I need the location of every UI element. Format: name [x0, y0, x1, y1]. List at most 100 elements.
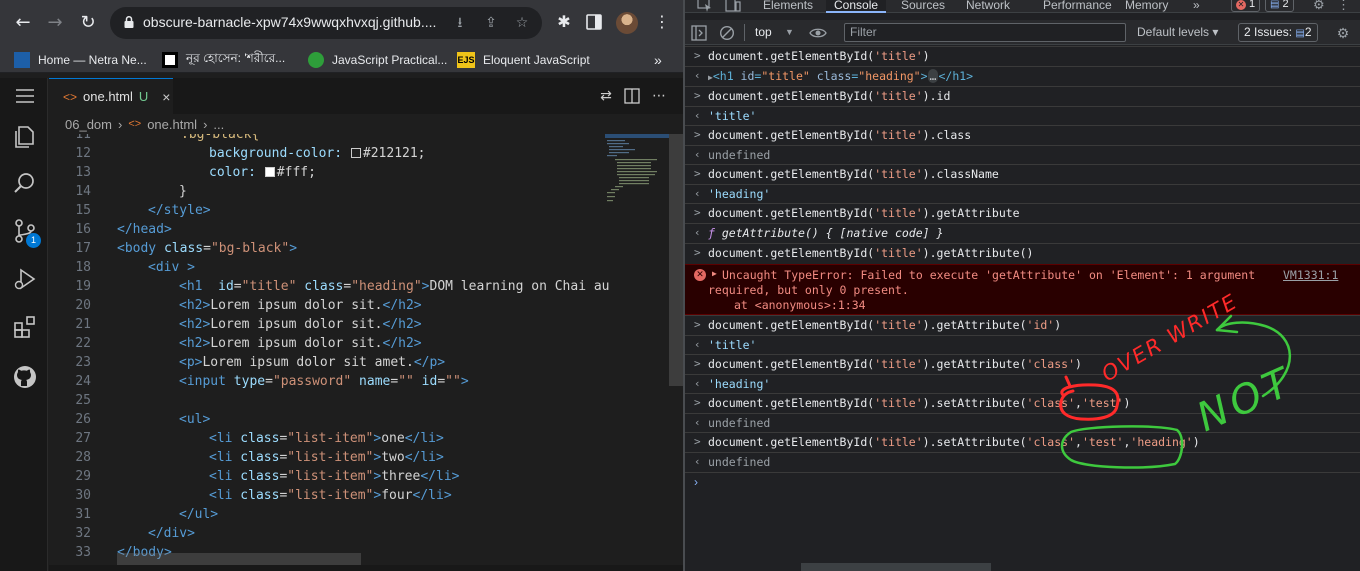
console-output-row[interactable]: ‹ undefined: [685, 145, 1360, 164]
issues-button[interactable]: 2 Issues: ▤2: [1238, 23, 1318, 42]
inspect-element-icon[interactable]: [697, 0, 713, 12]
log-levels-dropdown[interactable]: Default levels ▾: [1137, 24, 1218, 41]
devtools-scrollbar[interactable]: [801, 563, 991, 571]
issue-count-badge[interactable]: ▤ 2: [1265, 0, 1294, 12]
console-input-row[interactable]: > document.getElementById('title').class: [685, 125, 1360, 145]
reload-icon[interactable]: ↻: [77, 12, 99, 34]
side-panel-icon[interactable]: [586, 14, 602, 30]
issues-label: 2 Issues:: [1244, 25, 1293, 39]
output-value: 'heading': [708, 187, 771, 201]
bookmark-item[interactable]: Home — Netra Ne...: [14, 51, 147, 69]
tab-memory[interactable]: Memory: [1117, 0, 1176, 13]
code-line: <div >: [148, 260, 195, 275]
console-input-row[interactable]: > document.getElementById('title').getAtt…: [685, 354, 1360, 374]
extensions-icon[interactable]: ✱: [554, 12, 574, 32]
back-icon[interactable]: ←: [12, 12, 34, 34]
color-swatch[interactable]: [350, 148, 361, 158]
more-tabs-icon[interactable]: »: [1185, 0, 1208, 13]
console-input-row[interactable]: > document.getElementById('title').getAtt…: [685, 203, 1360, 223]
more-bookmarks-icon[interactable]: »: [654, 51, 662, 69]
bookmark-item[interactable]: EJS Eloquent JavaScript: [457, 51, 590, 69]
console-input-row[interactable]: > document.getElementById('title').getAtt…: [685, 243, 1360, 263]
tab-console[interactable]: Console: [826, 0, 887, 13]
tab-network[interactable]: Network: [958, 0, 1018, 13]
context-selector[interactable]: top: [755, 24, 772, 41]
issue-count: 2: [1282, 0, 1289, 10]
vertical-scrollbar[interactable]: [669, 134, 683, 386]
console-output-row[interactable]: ‹ 'title': [685, 106, 1360, 125]
console-input-row[interactable]: > document.getElementById('title').classN…: [685, 164, 1360, 184]
code-fragment: 'title': [874, 49, 923, 63]
minimap[interactable]: [605, 134, 669, 214]
console-input-row[interactable]: > document.getElementById('title'): [685, 46, 1360, 66]
bookmark-star-icon[interactable]: ☆: [514, 15, 530, 31]
console-output-row[interactable]: ‹ 'heading': [685, 184, 1360, 203]
address-bar[interactable]: obscure-barnacle-xpw74x9wwqxhvxqj.github…: [110, 7, 542, 39]
github-icon[interactable]: [12, 364, 38, 390]
bookmark-item[interactable]: JavaScript Practical...: [308, 51, 447, 69]
code-fragment: <: [712, 69, 720, 83]
bookmark-item[interactable]: নূর হোসেন: 'শরীরে...: [162, 51, 285, 69]
console-output-row[interactable]: ‹ undefined: [685, 413, 1360, 432]
code-fragment: >: [920, 69, 928, 83]
console-input-row[interactable]: > document.getElementById('title').getAtt…: [685, 315, 1360, 335]
console-input-row[interactable]: > document.getElementById('title').id: [685, 86, 1360, 106]
site-info-icon[interactable]: [122, 15, 136, 29]
more-actions-icon[interactable]: ⋯: [650, 87, 668, 105]
console-prompt[interactable]: ›: [685, 472, 1360, 492]
error-count-badge[interactable]: ✕ 1: [1231, 0, 1261, 12]
code-fragment: document.: [708, 89, 771, 103]
clear-console-icon[interactable]: [719, 25, 735, 41]
error-source-link[interactable]: VM1331:1: [1283, 268, 1338, 282]
console-output-row[interactable]: ‹ undefined: [685, 452, 1360, 471]
tab-performance[interactable]: Performance: [1035, 0, 1120, 13]
console-input-row[interactable]: > document.getElementById('title').setAtt…: [685, 393, 1360, 413]
device-toolbar-icon[interactable]: [725, 0, 741, 12]
breadcrumb-file[interactable]: one.html: [147, 117, 197, 132]
console-output-row[interactable]: ‹ 'heading': [685, 374, 1360, 393]
share-icon[interactable]: ⇪: [483, 15, 499, 31]
compare-changes-icon[interactable]: ⇄: [597, 87, 615, 105]
console-output-row[interactable]: ‹ ▶<h1 id="title" class="heading">… </h1>: [685, 66, 1360, 85]
console-error-row[interactable]: ✕ ▶ Uncaught TypeError: Failed to execut…: [685, 264, 1360, 315]
console-output-row[interactable]: ‹ ƒ getAttribute() { [native code] }: [685, 223, 1360, 242]
line-number: 15: [75, 203, 91, 218]
settings-gear-icon[interactable]: ⚙: [1313, 0, 1325, 12]
toggle-sidebar-icon[interactable]: [691, 25, 707, 41]
hamburger-menu-icon[interactable]: [12, 86, 38, 106]
input-chevron-icon: >: [694, 435, 701, 448]
expand-triangle-icon[interactable]: ▶: [712, 269, 717, 278]
context-dropdown-icon[interactable]: ▼: [785, 24, 794, 41]
console-input-row[interactable]: > document.getElementById('title').setAtt…: [685, 432, 1360, 452]
split-editor-icon[interactable]: [624, 88, 640, 104]
input-chevron-icon: >: [694, 357, 701, 370]
url-text[interactable]: obscure-barnacle-xpw74x9wwqxhvxqj.github…: [143, 14, 443, 30]
live-expression-eye-icon[interactable]: [809, 26, 827, 40]
code-line: <h2>Lorem ipsum dolor sit.</h2>: [179, 317, 422, 332]
tab-sources[interactable]: Sources: [893, 0, 953, 13]
code-fragment: h1: [719, 69, 734, 83]
menu-icon[interactable]: ⋮: [652, 12, 672, 32]
explorer-icon[interactable]: [12, 124, 38, 150]
color-swatch[interactable]: [264, 167, 275, 177]
expand-ellipsis[interactable]: …: [927, 69, 939, 83]
breadcrumb-more[interactable]: ...: [213, 117, 224, 132]
breadcrumb-folder[interactable]: 06_dom: [65, 117, 112, 132]
devtools-menu-icon[interactable]: ⋮: [1337, 0, 1350, 12]
code-line: <ul>: [179, 412, 211, 427]
horizontal-scrollbar[interactable]: [117, 553, 361, 565]
tab-close-icon[interactable]: ×: [162, 89, 170, 105]
console-output-row[interactable]: ‹ 'title': [685, 335, 1360, 354]
extensions-view-icon[interactable]: [12, 314, 38, 340]
tab-one-html[interactable]: <> one.html U ×: [49, 78, 173, 114]
forward-icon[interactable]: →: [44, 12, 66, 34]
filter-input[interactable]: Filter: [844, 23, 1126, 42]
install-app-icon[interactable]: ⭳: [452, 15, 468, 31]
code-editor[interactable]: 11 12 13 14 15 16 17 18 19 20 21 22 23 2…: [49, 134, 683, 571]
search-icon[interactable]: [12, 170, 38, 196]
tab-elements[interactable]: Elements: [755, 0, 821, 13]
run-debug-icon[interactable]: [12, 266, 38, 292]
line-number: 26: [75, 412, 91, 427]
profile-avatar[interactable]: [616, 12, 638, 34]
console-settings-icon[interactable]: ⚙: [1333, 23, 1353, 43]
